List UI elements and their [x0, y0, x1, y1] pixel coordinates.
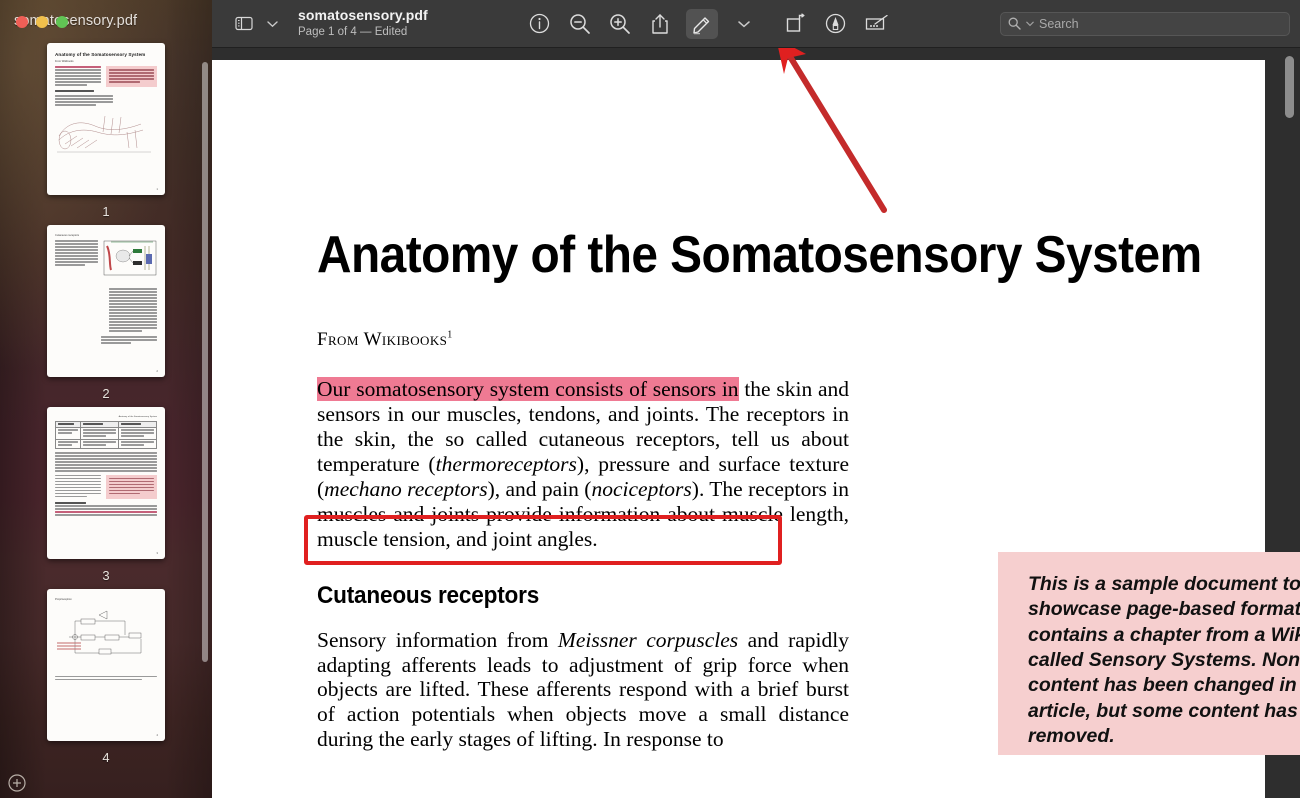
thumb4-heading: Proprioception — [55, 598, 72, 601]
page-byline: From Wikibooks1 — [317, 329, 1203, 351]
thumb2-diagram — [103, 240, 157, 285]
thumbnail-page-4[interactable]: Proprioception 4 — [47, 589, 165, 741]
plus-circle-icon[interactable] — [7, 773, 27, 793]
preview-app-window: somatosensory.pdf Anatomy of the Somatos… — [0, 0, 1300, 798]
document-view[interactable]: Anatomy of the Somatosensory System From… — [212, 48, 1300, 798]
toolbar-left-group: somatosensory.pdf Page 1 of 4 — Edited — [212, 7, 428, 40]
thumbnail-label-2: 2 — [102, 386, 110, 401]
thumbnail-sidebar: somatosensory.pdf Anatomy of the Somatos… — [0, 0, 212, 798]
magnifier-minus-icon[interactable] — [566, 10, 594, 38]
thumb2-col-right — [108, 288, 157, 333]
thumb1-heading — [55, 90, 157, 93]
section-heading-cutaneous-receptors: Cutaneous receptors — [317, 581, 540, 609]
byline-text: From Wikibooks — [317, 329, 448, 350]
document-title: somatosensory.pdf — [298, 7, 428, 24]
highlighter-circle-icon[interactable] — [822, 10, 850, 38]
thumb3-col-left — [55, 474, 101, 499]
thumb3-runninghead: Anatomy of the Somatosensory System — [118, 416, 157, 418]
thumb4-page-number: 4 — [156, 733, 158, 737]
thumb2-col-left — [55, 240, 98, 285]
sample-document-callout: This is a sample document to showcase pa… — [998, 552, 1300, 755]
search-chevron-down-icon — [1026, 21, 1034, 26]
toolbar-center-group — [526, 8, 892, 39]
pdf-page-1: Anatomy of the Somatosensory System From… — [212, 60, 1300, 798]
highlight-annotation: Our somatosensory system consists of sen… — [317, 377, 739, 401]
minimize-window-button[interactable] — [36, 16, 48, 28]
para1-em-thermoreceptors: thermoreceptors — [435, 451, 577, 476]
para1-em-nociceptors: nociceptors — [591, 476, 692, 501]
search-icon — [1008, 17, 1021, 30]
thumbnail-item-1[interactable]: Anatomy of the Somatosensory System From… — [0, 43, 212, 219]
thumbnail-page-3[interactable]: Anatomy of the Somatosensory System 3 — [47, 407, 165, 559]
thumb1-col-left — [55, 66, 101, 87]
info-circle-icon[interactable] — [526, 10, 554, 38]
thumb1-title: Anatomy of the Somatosensory System — [55, 52, 146, 57]
thumbnail-label-4: 4 — [102, 750, 110, 765]
maximize-window-button[interactable] — [56, 16, 68, 28]
toolbar: somatosensory.pdf Page 1 of 4 — Edited S… — [212, 0, 1300, 48]
search-input[interactable]: Search — [1000, 11, 1290, 36]
rotate-icon[interactable] — [782, 10, 810, 38]
callout-text: This is a sample document to showcase pa… — [1028, 573, 1300, 748]
thumb2-page-number: 2 — [156, 369, 158, 373]
thumb1-para2 — [55, 95, 157, 106]
pencil-markup-icon[interactable] — [685, 8, 718, 39]
thumbnail-page-1[interactable]: Anatomy of the Somatosensory System From… — [47, 43, 165, 195]
document-scrollbar[interactable] — [1285, 56, 1294, 118]
thumb3-page-number: 3 — [156, 551, 158, 555]
thumbnail-page-2[interactable]: Cutaneous receptors 2 — [47, 225, 165, 377]
search-placeholder: Search — [1039, 16, 1079, 31]
thumbnail-list: Anatomy of the Somatosensory System From… — [0, 43, 212, 765]
paragraph-cutaneous: Sensory information from Meissner corpus… — [317, 628, 849, 753]
para1-rest-c: ), and pain ( — [487, 476, 592, 501]
thumb1-page-number: 1 — [156, 187, 158, 191]
para2-em-meissner: Meissner corpuscles — [557, 627, 739, 652]
thumb1-callout — [105, 66, 157, 88]
share-icon[interactable] — [646, 10, 674, 38]
sidebar-chevron-down-icon[interactable] — [258, 10, 286, 38]
thumbnail-item-4[interactable]: Proprioception 4 4 — [0, 589, 212, 765]
document-meta: somatosensory.pdf Page 1 of 4 — Edited — [298, 7, 428, 40]
sidebar-icon[interactable] — [230, 10, 258, 38]
thumbnail-item-3[interactable]: Anatomy of the Somatosensory System 3 3 — [0, 407, 212, 583]
thumb1-figure — [55, 110, 157, 156]
para2-a: Sensory information from — [317, 627, 558, 652]
thumbnail-label-1: 1 — [102, 204, 110, 219]
thumb3-callout — [105, 474, 157, 499]
main-window: somatosensory.pdf Page 1 of 4 — Edited S… — [212, 0, 1300, 798]
sidebar-scrollbar[interactable] — [202, 62, 208, 662]
para1-em-mechanoreceptors: mechano receptors — [324, 476, 488, 501]
thumb3-body — [55, 452, 157, 472]
thumb4-caption — [55, 676, 157, 680]
page-content: Anatomy of the Somatosensory System From… — [212, 225, 1300, 755]
thumb3-tail — [55, 501, 157, 516]
thumbnail-label-3: 3 — [102, 568, 110, 583]
close-window-button[interactable] — [16, 16, 28, 28]
document-subtitle: Page 1 of 4 — Edited — [298, 26, 408, 38]
byline-footnote: 1 — [447, 329, 453, 341]
thumb4-diagram — [55, 609, 157, 672]
signature-icon[interactable] — [862, 10, 892, 38]
thumb2-heading: Cutaneous receptors — [55, 234, 80, 237]
red-rectangle-annotation — [304, 515, 782, 565]
window-traffic-lights — [16, 16, 68, 28]
toolbar-right-group: Search — [1000, 11, 1300, 36]
thumb2-spacer — [55, 288, 104, 333]
markup-chevron-down-icon[interactable] — [730, 10, 758, 38]
page-title: Anatomy of the Somatosensory System — [317, 226, 1202, 284]
thumb2-para-tail — [55, 336, 157, 344]
thumb3-table — [55, 421, 157, 449]
magnifier-plus-icon[interactable] — [606, 10, 634, 38]
thumb1-byline: From Wikibooks — [55, 60, 74, 64]
thumbnail-item-2[interactable]: Cutaneous receptors 2 2 — [0, 225, 212, 401]
